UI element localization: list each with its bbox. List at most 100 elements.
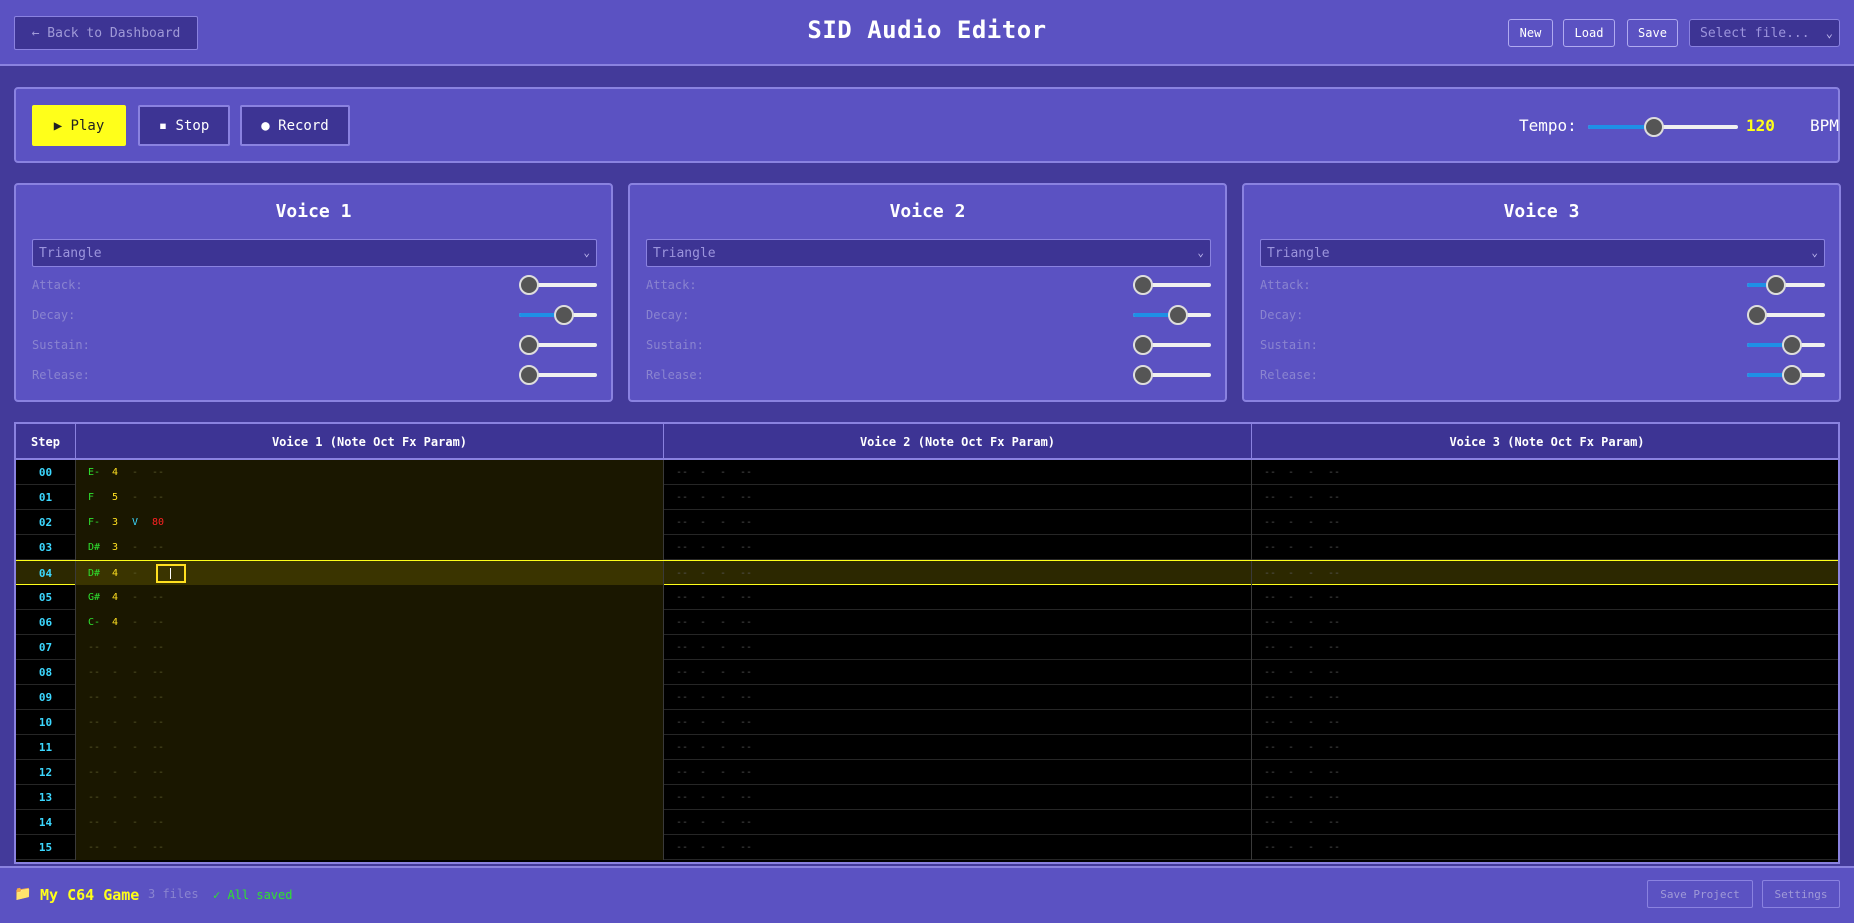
voice-1-cell[interactable]: -- - - -- bbox=[76, 635, 664, 660]
attack-slider[interactable] bbox=[519, 275, 597, 295]
sustain-slider[interactable] bbox=[1747, 335, 1825, 355]
attack-slider-knob[interactable] bbox=[519, 275, 539, 295]
tracker-row[interactable]: 04 D# 4- -- - - -- -- - - -- bbox=[16, 560, 1838, 586]
sustain-slider-knob[interactable] bbox=[519, 335, 539, 355]
voice-2-cell[interactable]: -- - - -- bbox=[664, 660, 1252, 685]
voice-3-cell[interactable]: -- - - -- bbox=[1252, 835, 1838, 860]
decay-slider-knob[interactable] bbox=[553, 305, 574, 325]
tracker-row[interactable]: 02 F- 3 V 80 -- - - -- -- - - -- bbox=[16, 510, 1838, 535]
attack-slider[interactable] bbox=[1747, 275, 1825, 295]
voice-3-cell[interactable]: -- - - -- bbox=[1252, 810, 1838, 835]
tracker-row[interactable]: 12 -- - - -- -- - - -- -- - - -- bbox=[16, 760, 1838, 785]
voice-3-cell[interactable]: -- - - -- bbox=[1252, 635, 1838, 660]
tracker-row[interactable]: 05 G# 4- -- -- - - -- -- - - -- bbox=[16, 585, 1838, 610]
voice-1-cell[interactable]: E- 4- -- bbox=[76, 460, 664, 485]
tracker-row[interactable]: 13 -- - - -- -- - - -- -- - - -- bbox=[16, 785, 1838, 810]
load-button[interactable]: Load bbox=[1563, 19, 1615, 47]
voice-3-cell[interactable]: -- - - -- bbox=[1252, 760, 1838, 785]
release-slider-knob[interactable] bbox=[1133, 365, 1153, 385]
voice-1-cell[interactable]: D# 3- -- bbox=[76, 535, 664, 560]
voice-3-cell[interactable]: -- - - -- bbox=[1252, 610, 1838, 635]
tracker-row[interactable]: 01 F 5- -- -- - - -- -- - - -- bbox=[16, 485, 1838, 510]
voice-2-cell[interactable]: -- - - -- bbox=[664, 610, 1252, 635]
waveform-select[interactable]: Triangle ⌄ bbox=[1260, 239, 1825, 267]
decay-slider-knob[interactable] bbox=[1747, 305, 1767, 325]
voice-2-cell[interactable]: -- - - -- bbox=[664, 485, 1252, 510]
voice-3-cell[interactable]: -- - - -- bbox=[1252, 510, 1838, 535]
tracker-row[interactable]: 09 -- - - -- -- - - -- -- - - -- bbox=[16, 685, 1838, 710]
waveform-select[interactable]: Triangle ⌄ bbox=[32, 239, 597, 267]
voice-3-cell[interactable]: -- - - -- bbox=[1252, 735, 1838, 760]
play-button[interactable]: ▶ Play bbox=[32, 105, 126, 146]
new-button[interactable]: New bbox=[1508, 19, 1553, 47]
attack-slider-knob[interactable] bbox=[1766, 275, 1787, 295]
decay-slider[interactable] bbox=[1747, 305, 1825, 325]
voice-2-cell[interactable]: -- - - -- bbox=[664, 735, 1252, 760]
voice-3-cell[interactable]: -- - - -- bbox=[1252, 785, 1838, 810]
waveform-select[interactable]: Triangle ⌄ bbox=[646, 239, 1211, 267]
voice-2-cell[interactable]: -- - - -- bbox=[664, 685, 1252, 710]
voice-1-cell[interactable]: -- - - -- bbox=[76, 835, 664, 860]
voice-2-cell[interactable]: -- - - -- bbox=[664, 510, 1252, 535]
voice-2-cell[interactable]: -- - - -- bbox=[664, 810, 1252, 835]
voice-1-cell[interactable]: D# 4 - bbox=[76, 561, 664, 586]
voice-3-cell[interactable]: -- - - -- bbox=[1252, 561, 1838, 586]
release-slider[interactable] bbox=[519, 365, 597, 385]
tracker-row[interactable]: 00 E- 4- -- -- - - -- -- - - -- bbox=[16, 460, 1838, 485]
save-project-button[interactable]: Save Project bbox=[1647, 880, 1753, 908]
tempo-slider[interactable] bbox=[1588, 117, 1738, 137]
voice-3-cell[interactable]: -- - - -- bbox=[1252, 685, 1838, 710]
voice-2-cell[interactable]: -- - - -- bbox=[664, 535, 1252, 560]
tracker-row[interactable]: 06 C- 4- -- -- - - -- -- - - -- bbox=[16, 610, 1838, 635]
voice-2-cell[interactable]: -- - - -- bbox=[664, 710, 1252, 735]
voice-1-cell[interactable]: F- 3 V 80 bbox=[76, 510, 664, 535]
voice-1-cell[interactable]: -- - - -- bbox=[76, 785, 664, 810]
release-slider[interactable] bbox=[1133, 365, 1211, 385]
voice-1-cell[interactable]: -- - - -- bbox=[76, 735, 664, 760]
voice-1-cell[interactable]: -- - - -- bbox=[76, 810, 664, 835]
tracker-row[interactable]: 11 -- - - -- -- - - -- -- - - -- bbox=[16, 735, 1838, 760]
voice-3-cell[interactable]: -- - - -- bbox=[1252, 710, 1838, 735]
release-slider-knob[interactable] bbox=[519, 365, 539, 385]
release-slider-knob[interactable] bbox=[1781, 365, 1802, 385]
decay-slider[interactable] bbox=[1133, 305, 1211, 325]
voice-1-cell[interactable]: F 5- -- bbox=[76, 485, 664, 510]
voice-1-cell[interactable]: -- - - -- bbox=[76, 660, 664, 685]
file-select[interactable]: Select file... ⌄ bbox=[1689, 19, 1840, 47]
voice-2-cell[interactable]: -- - - -- bbox=[664, 760, 1252, 785]
tracker-row[interactable]: 03 D# 3- -- -- - - -- -- - - -- bbox=[16, 535, 1838, 560]
tracker-row[interactable]: 14 -- - - -- -- - - -- -- - - -- bbox=[16, 810, 1838, 835]
voice-2-cell[interactable]: -- - - -- bbox=[664, 635, 1252, 660]
voice-2-cell[interactable]: -- - - -- bbox=[664, 785, 1252, 810]
voice-3-cell[interactable]: -- - - -- bbox=[1252, 460, 1838, 485]
save-button[interactable]: Save bbox=[1627, 19, 1678, 47]
settings-button[interactable]: Settings bbox=[1762, 880, 1840, 908]
voice-2-cell[interactable]: -- - - -- bbox=[664, 460, 1252, 485]
tracker-row[interactable]: 15 -- - - -- -- - - -- -- - - -- bbox=[16, 835, 1838, 860]
voice-1-cell[interactable]: C- 4- -- bbox=[76, 610, 664, 635]
tracker-row[interactable]: 07 -- - - -- -- - - -- -- - - -- bbox=[16, 635, 1838, 660]
tracker-row[interactable]: 08 -- - - -- -- - - -- -- - - -- bbox=[16, 660, 1838, 685]
tempo-slider-knob[interactable] bbox=[1644, 117, 1664, 137]
sustain-slider-knob[interactable] bbox=[1781, 335, 1802, 355]
voice-3-cell[interactable]: -- - - -- bbox=[1252, 485, 1838, 510]
voice-3-cell[interactable]: -- - - -- bbox=[1252, 585, 1838, 610]
decay-slider-knob[interactable] bbox=[1167, 305, 1188, 325]
record-button[interactable]: ● Record bbox=[240, 105, 350, 146]
sustain-slider[interactable] bbox=[519, 335, 597, 355]
decay-slider[interactable] bbox=[519, 305, 597, 325]
voice-1-cell[interactable]: -- - - -- bbox=[76, 760, 664, 785]
voice-3-cell[interactable]: -- - - -- bbox=[1252, 660, 1838, 685]
voice-2-cell[interactable]: -- - - -- bbox=[664, 835, 1252, 860]
voice-2-cell[interactable]: -- - - -- bbox=[664, 561, 1252, 586]
voice-1-cell[interactable]: -- - - -- bbox=[76, 710, 664, 735]
voice-2-cell[interactable]: -- - - -- bbox=[664, 585, 1252, 610]
attack-slider-knob[interactable] bbox=[1133, 275, 1153, 295]
stop-button[interactable]: ▪ Stop bbox=[138, 105, 230, 146]
voice-1-cell[interactable]: G# 4- -- bbox=[76, 585, 664, 610]
tracker-row[interactable]: 10 -- - - -- -- - - -- -- - - -- bbox=[16, 710, 1838, 735]
voice-3-cell[interactable]: -- - - -- bbox=[1252, 535, 1838, 560]
attack-slider[interactable] bbox=[1133, 275, 1211, 295]
sustain-slider-knob[interactable] bbox=[1133, 335, 1153, 355]
sustain-slider[interactable] bbox=[1133, 335, 1211, 355]
